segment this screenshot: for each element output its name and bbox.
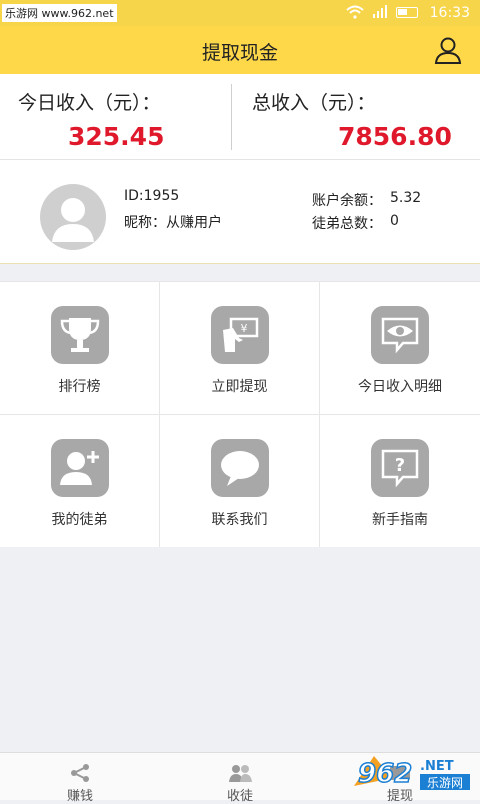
help-icon: ? (371, 439, 429, 497)
tab-recruit[interactable]: 收徒 (160, 753, 320, 804)
profile-panel: ID:1955 昵称：从赚用户 账户余额： 5.32 徒弟总数： 0 (0, 160, 480, 264)
avatar-person-icon (52, 198, 94, 242)
cash-hand-icon: ¥ (210, 306, 269, 364)
app-bar: 提取现金 (0, 26, 480, 74)
grid-item-my-apprentices[interactable]: 我的徒弟 (0, 415, 159, 547)
svg-text:?: ? (395, 455, 405, 476)
grid-item-today-income-detail[interactable]: 今日收入明细 (320, 282, 480, 414)
tab-earn[interactable]: 赚钱 (0, 753, 160, 804)
grid-label: 新手指南 (372, 512, 428, 528)
total-income-label: 总收入（元）： (252, 92, 376, 114)
chat-bubble-icon (210, 439, 269, 497)
svg-text:962: 962 (358, 759, 412, 789)
income-panel: 今日收入（元）： 325.45 总收入（元）： 7856.80 (0, 74, 480, 160)
svg-text:乐游网: 乐游网 (427, 776, 463, 790)
svg-text:¥: ¥ (240, 322, 247, 335)
trophy-icon (50, 306, 109, 364)
group-icon (229, 765, 252, 782)
apprentice-count-label: 徒弟总数： (312, 216, 382, 232)
wifi-icon (346, 5, 364, 19)
page-title: 提取现金 (201, 42, 278, 64)
tab-label: 收徒 (226, 789, 253, 804)
status-time: 16:33 (429, 5, 470, 21)
grid-label: 今日收入明细 (358, 379, 442, 395)
total-income-value: 7856.80 (338, 122, 452, 151)
site-watermark-logo: 962 .NET 乐游网 (354, 756, 470, 790)
eye-chat-icon (371, 306, 429, 364)
user-id: ID:1955 (124, 188, 180, 204)
watermark-text: 乐游网 www.962.net (2, 4, 117, 22)
apprentice-count-value: 0 (390, 213, 399, 229)
user-nickname: 昵称：从赚用户 (124, 215, 222, 231)
grid-item-withdraw[interactable]: ¥ 立即提现 (160, 282, 319, 414)
status-icons (346, 5, 418, 19)
balance-label: 账户余额： (312, 193, 382, 209)
status-bar: 乐游网 www.962.net 16:33 (0, 0, 480, 26)
avatar (40, 184, 106, 250)
add-user-icon (50, 439, 109, 497)
grid-label: 联系我们 (211, 512, 268, 528)
grid-item-ranking[interactable]: 排行榜 (0, 282, 159, 414)
svg-text:.NET: .NET (420, 759, 454, 774)
share-icon (71, 764, 89, 782)
today-income-value: 325.45 (68, 122, 165, 151)
battery-icon (396, 6, 418, 18)
today-income-label: 今日收入（元）： (18, 92, 161, 114)
grid-label: 我的徒弟 (51, 512, 108, 528)
grid-item-contact-us[interactable]: 联系我们 (160, 415, 319, 547)
signal-icon (373, 5, 387, 18)
tab-label: 赚钱 (66, 789, 93, 804)
grid-label: 排行榜 (58, 379, 101, 395)
feature-grid: 排行榜 ¥ 立即提现 今日收入明细 我的徒弟 联系我们 ? 新手指南 (0, 281, 480, 547)
grid-item-beginner-guide[interactable]: ? 新手指南 (320, 415, 480, 547)
income-divider (231, 84, 232, 150)
user-icon[interactable] (434, 36, 462, 64)
balance-value: 5.32 (390, 190, 422, 206)
grid-label: 立即提现 (211, 379, 268, 395)
